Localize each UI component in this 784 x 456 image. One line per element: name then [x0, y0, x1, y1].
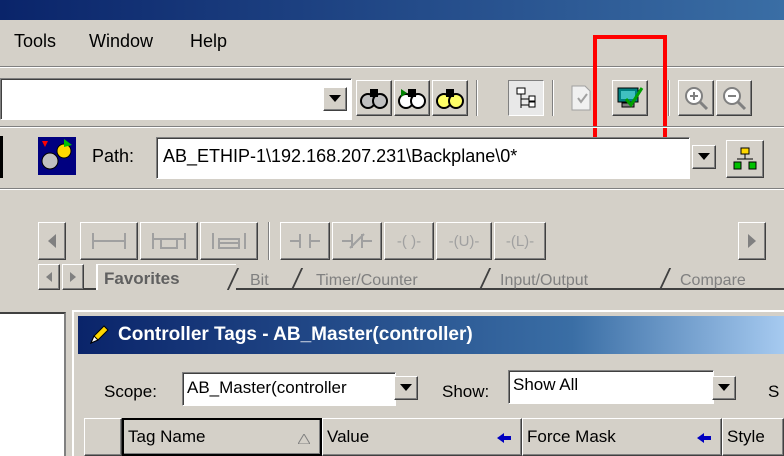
- toolbar-divider: [0, 126, 784, 128]
- tag-name-column-header[interactable]: Tag Name: [122, 418, 322, 456]
- force-mask-column-header[interactable]: Force Mask: [522, 418, 722, 456]
- force-mask-header-label: Force Mask: [527, 427, 616, 446]
- tab-input-output[interactable]: Input/Output: [500, 272, 588, 290]
- chevron-right-icon: [70, 272, 76, 282]
- palette-scroll-right[interactable]: [738, 222, 766, 260]
- find-button[interactable]: [356, 80, 392, 116]
- controller-tags-title: Controller Tags - AB_Master(controller): [118, 324, 473, 345]
- tab-timer-counter[interactable]: Timer/Counter: [316, 272, 418, 290]
- show-combo[interactable]: Show All: [508, 370, 714, 404]
- menu-window[interactable]: Window: [89, 31, 153, 52]
- path-dropdown-button[interactable]: [692, 145, 716, 169]
- value-header-label: Value: [327, 427, 370, 446]
- find-previous-icon: [436, 89, 464, 109]
- scope-combo[interactable]: AB_Master(controller: [182, 372, 396, 406]
- otl-button[interactable]: -(L)-: [494, 222, 546, 260]
- otu-button[interactable]: -(U)-: [436, 222, 492, 260]
- zoom-in-button[interactable]: [678, 80, 714, 116]
- tab-favorites-label: Favorites: [104, 269, 180, 288]
- chevron-left-icon: [46, 272, 52, 282]
- sort-label: S: [768, 382, 780, 401]
- otu-label: -(U)-: [448, 232, 480, 250]
- chevron-down-icon: [329, 95, 341, 102]
- branch-icon: [152, 233, 186, 249]
- xio-button[interactable]: [332, 222, 382, 260]
- tag-name-header-label: Tag Name: [128, 427, 206, 446]
- row-header-corner: [84, 418, 122, 456]
- xio-icon: [342, 233, 372, 249]
- find-previous-button[interactable]: [432, 80, 468, 116]
- find-next-icon: [398, 89, 426, 109]
- controller-organizer-pane[interactable]: [0, 312, 66, 456]
- zoom-out-icon: [723, 87, 747, 111]
- menu-tools[interactable]: Tools: [14, 31, 56, 52]
- chevron-down-icon: [698, 153, 710, 160]
- ote-label: -( )-: [396, 232, 422, 250]
- palette-scroll-left[interactable]: [38, 222, 66, 260]
- ote-button[interactable]: -( )-: [384, 222, 434, 260]
- path-label: Path:: [92, 146, 135, 166]
- scope-value: AB_Master(controller: [187, 378, 347, 397]
- show-label: Show:: [442, 382, 490, 401]
- zoom-in-icon: [685, 87, 709, 111]
- tab-bit[interactable]: Bit: [250, 272, 269, 290]
- tab-scroll-right[interactable]: [62, 264, 84, 290]
- rung-icon: [92, 233, 126, 249]
- xic-button[interactable]: [280, 222, 330, 260]
- tag-browser-icon: [516, 87, 536, 108]
- network-config-icon: [38, 137, 76, 175]
- chevron-left-icon: [48, 234, 56, 248]
- pencil-icon: [90, 325, 109, 344]
- palette-separator: [268, 222, 270, 260]
- zoom-out-button[interactable]: [716, 80, 752, 116]
- branch-button[interactable]: [140, 222, 198, 260]
- value-column-header[interactable]: Value: [322, 418, 522, 456]
- menu-help[interactable]: Help: [190, 31, 227, 52]
- path-combo[interactable]: AB_ETHIP-1\192.168.207.231\Backplane\0*: [156, 137, 690, 179]
- rung-button[interactable]: [80, 222, 138, 260]
- chevron-down-icon: [718, 384, 730, 391]
- otl-label: -(L)-: [505, 232, 535, 250]
- scope-label: Scope:: [104, 382, 157, 401]
- sort-ascending-icon: [298, 434, 310, 444]
- controller-tags-title-bar[interactable]: Controller Tags - AB_Master(controller): [78, 316, 784, 354]
- tab-scroll-left[interactable]: [38, 264, 60, 290]
- show-dropdown-button[interactable]: [712, 376, 736, 400]
- tab-favorites[interactable]: Favorites: [96, 264, 236, 290]
- search-combo[interactable]: [0, 78, 352, 120]
- application-title-bar: [0, 0, 784, 20]
- branch-level-icon: [212, 233, 246, 249]
- chevron-down-icon: [400, 384, 412, 391]
- arrow-left-icon: [497, 433, 511, 443]
- network-tree-icon: [733, 147, 757, 170]
- path-value: AB_ETHIP-1\192.168.207.231\Backplane\0*: [163, 146, 518, 166]
- branch-level-button[interactable]: [200, 222, 258, 260]
- find-next-button[interactable]: [394, 80, 430, 116]
- tab-compare[interactable]: Compare: [680, 272, 746, 290]
- xic-icon: [290, 234, 320, 248]
- style-column-header[interactable]: Style: [722, 418, 784, 456]
- scope-dropdown-button[interactable]: [394, 376, 418, 400]
- tab-edge: [478, 268, 492, 290]
- chevron-right-icon: [748, 234, 756, 248]
- search-combo-dropdown-button[interactable]: [323, 87, 347, 111]
- toolbar-separator-2: [552, 80, 554, 116]
- pathbar-divider: [0, 188, 784, 190]
- tag-browser-button[interactable]: [508, 80, 544, 116]
- arrow-left-icon: [697, 433, 711, 443]
- verify-routine-icon: [571, 85, 591, 111]
- tab-edge: [290, 268, 304, 290]
- style-header-label: Style: [727, 427, 765, 446]
- show-value: Show All: [513, 375, 579, 394]
- toolbar-separator: [476, 80, 478, 116]
- highlight-annotation: [593, 35, 667, 150]
- find-icon: [360, 89, 388, 109]
- who-active-button[interactable]: [726, 140, 764, 178]
- left-edge: [0, 136, 3, 178]
- tab-edge: [658, 268, 672, 290]
- toolbar-separator-3: [668, 80, 670, 116]
